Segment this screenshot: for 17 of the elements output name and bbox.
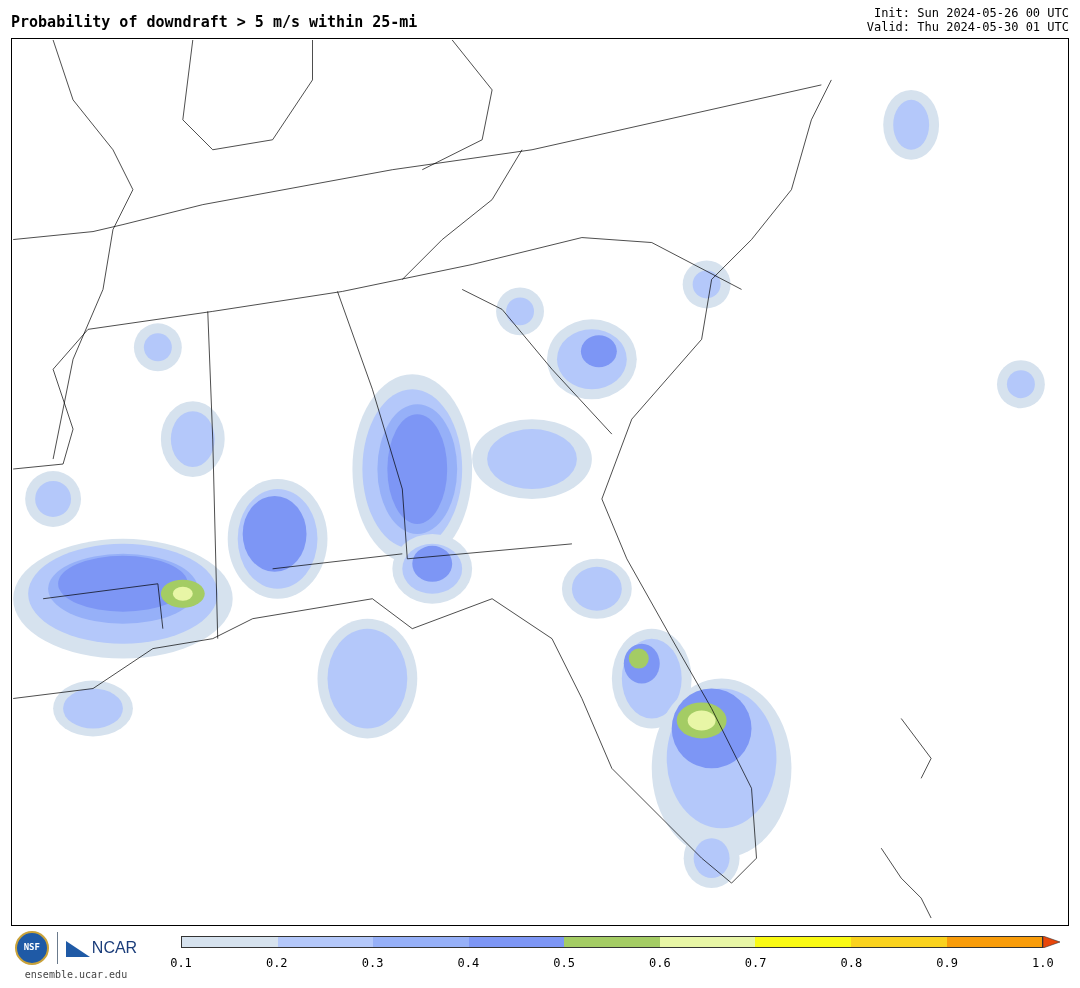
ncar-logo-text: NCAR bbox=[91, 938, 138, 958]
colorbar-tick-label: 0.3 bbox=[361, 956, 384, 970]
colorbar-tick-label: 0.6 bbox=[648, 956, 671, 970]
colorbar-tick-label: 1.0 bbox=[1031, 956, 1054, 970]
colorbar-tick-label: 0.4 bbox=[457, 956, 480, 970]
colorbar-tick-label: 0.9 bbox=[936, 956, 959, 970]
init-time: Init: Sun 2024-05-26 00 UTC bbox=[873, 6, 1069, 20]
nsf-logo: NSF bbox=[14, 931, 49, 965]
site-url: ensemble.ucar.edu bbox=[24, 968, 128, 982]
colorbar-tick-label: 0.7 bbox=[744, 956, 767, 970]
plot-title: Probability of downdraft > 5 m/s within 25-mi bbox=[11, 13, 418, 31]
colorbar-tick-label: 0.5 bbox=[553, 956, 576, 970]
colorbar-tick-label: 0.2 bbox=[265, 956, 288, 970]
ncar-logo-icon bbox=[65, 939, 90, 957]
colorbar-tick-label: 0.1 bbox=[170, 956, 192, 970]
valid-time: Valid: Thu 2024-05-30 01 UTC bbox=[866, 20, 1069, 34]
colorbar-tick-label: 0.8 bbox=[840, 956, 863, 970]
